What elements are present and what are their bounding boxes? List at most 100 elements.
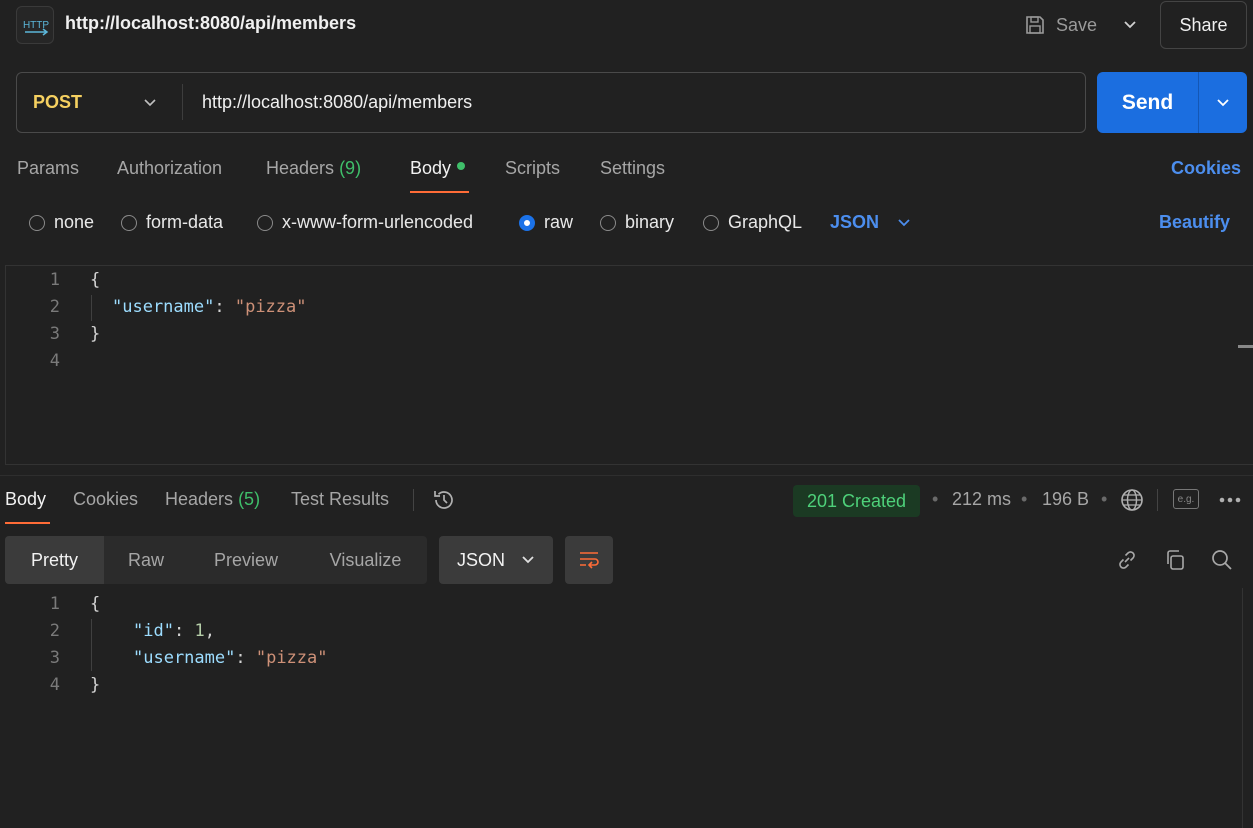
response-headers-count: (5) (238, 489, 261, 509)
indent-guide (91, 295, 92, 321)
status-badge[interactable]: 201 Created (793, 485, 920, 517)
save-button[interactable]: Save (1024, 6, 1097, 44)
search-icon[interactable] (1210, 548, 1234, 572)
line-number: 1 (49, 594, 60, 614)
body-type-none[interactable]: none (29, 212, 94, 233)
radio-graphql-label: GraphQL (728, 212, 803, 232)
response-time[interactable]: 212 ms (952, 489, 1011, 510)
divider (1157, 489, 1158, 511)
copy-icon[interactable] (1163, 548, 1187, 572)
beautify-button[interactable]: Beautify (1159, 212, 1230, 233)
tab-params[interactable]: Params (17, 158, 79, 179)
chevron-down-icon (898, 218, 910, 226)
response-tab-headers-label: Headers (165, 489, 234, 509)
radio-none-label: none (54, 212, 95, 232)
body-type-form-data[interactable]: form-data (121, 212, 223, 233)
line-number: 4 (49, 351, 60, 371)
response-size[interactable]: 196 B (1042, 489, 1089, 510)
body-type-urlencoded[interactable]: x-www-form-urlencoded (257, 212, 473, 233)
method-select[interactable]: POST (33, 92, 82, 113)
globe-icon[interactable] (1119, 487, 1145, 518)
radio-none[interactable] (29, 214, 45, 231)
code-close-brace: } (90, 675, 101, 695)
url-divider (182, 84, 183, 120)
chevron-down-icon (522, 556, 534, 564)
view-raw[interactable]: Raw (104, 536, 188, 584)
json-value: "pizza" (255, 648, 328, 668)
body-type-binary[interactable]: binary (600, 212, 674, 233)
code-open-brace: { (90, 270, 101, 290)
body-modified-dot (457, 162, 466, 171)
radio-form-data[interactable] (121, 214, 137, 231)
json-value: "pizza" (234, 297, 307, 317)
wrap-lines-button[interactable] (565, 536, 613, 584)
body-type-graphql[interactable]: GraphQL (703, 212, 802, 233)
code-close-brace: } (90, 324, 101, 344)
save-label: Save (1056, 14, 1098, 35)
request-title[interactable]: http://localhost:8080/api/members (65, 13, 356, 34)
http-icon-label: HTTP (23, 20, 49, 31)
json-colon: : (235, 648, 256, 668)
save-icon (1026, 16, 1044, 34)
response-tab-body[interactable]: Body (5, 489, 46, 510)
link-icon[interactable] (1115, 548, 1139, 572)
separator-dot: • (1101, 489, 1108, 509)
url-bar (16, 72, 1086, 133)
active-tab-indicator (5, 522, 50, 524)
tab-body[interactable]: Body (410, 158, 466, 179)
json-colon: : (173, 621, 195, 641)
chevron-down-icon (1124, 21, 1136, 29)
line-number: 3 (49, 648, 60, 668)
tab-scripts[interactable]: Scripts (505, 158, 560, 179)
view-pretty[interactable]: Pretty (5, 536, 104, 584)
view-visualize[interactable]: Visualize (304, 536, 427, 584)
line-number: 4 (49, 675, 60, 695)
radio-form-data-label: form-data (146, 212, 224, 232)
pane-divider[interactable] (0, 475, 1253, 476)
response-format-label: JSON (456, 549, 505, 570)
cookies-link[interactable]: Cookies (1171, 158, 1241, 179)
indent-guide (91, 619, 92, 671)
json-colon: : (214, 297, 235, 317)
separator-dot: • (1021, 489, 1028, 509)
json-key: "username" (133, 648, 236, 668)
body-type-raw[interactable]: raw (519, 212, 573, 233)
json-key: "username" (112, 297, 215, 317)
radio-raw-label: raw (544, 212, 574, 232)
json-comma: , (204, 621, 215, 641)
tab-authorization[interactable]: Authorization (117, 158, 222, 179)
url-input[interactable]: http://localhost:8080/api/members (202, 92, 472, 113)
send-button[interactable]: Send (1097, 72, 1198, 133)
save-options-button[interactable] (1114, 6, 1146, 44)
line-number: 1 (49, 270, 60, 290)
active-tab-indicator (410, 191, 469, 193)
response-tab-cookies[interactable]: Cookies (73, 489, 138, 510)
line-number: 3 (49, 324, 60, 344)
radio-binary-label: binary (625, 212, 675, 232)
editor-scrollbar[interactable] (1238, 345, 1253, 348)
response-tab-test-results[interactable]: Test Results (291, 489, 389, 510)
share-button[interactable]: Share (1160, 1, 1247, 49)
body-format-label: JSON (830, 212, 880, 232)
response-scrollbar[interactable] (1242, 588, 1253, 828)
headers-count: (9) (339, 158, 362, 178)
method-chevron-icon[interactable] (140, 92, 160, 117)
radio-graphql[interactable] (703, 214, 719, 231)
body-format-select[interactable]: JSON (830, 212, 911, 233)
response-tab-headers[interactable]: Headers (5) (165, 489, 260, 510)
more-options-icon[interactable] (1217, 490, 1243, 515)
send-options-button[interactable] (1198, 72, 1247, 133)
request-body-editor[interactable] (5, 265, 1253, 465)
response-format-select[interactable]: JSON (439, 536, 553, 584)
tab-body-label: Body (410, 158, 452, 178)
radio-raw[interactable] (519, 214, 535, 231)
history-icon[interactable] (431, 487, 457, 518)
view-preview[interactable]: Preview (188, 536, 304, 584)
example-icon[interactable]: e.g. (1173, 489, 1199, 509)
json-number: 1 (194, 621, 205, 641)
radio-binary[interactable] (600, 214, 616, 231)
tab-headers[interactable]: Headers (9) (266, 158, 361, 179)
tab-headers-label: Headers (266, 158, 335, 178)
tab-settings[interactable]: Settings (600, 158, 665, 179)
radio-urlencoded[interactable] (257, 214, 273, 231)
